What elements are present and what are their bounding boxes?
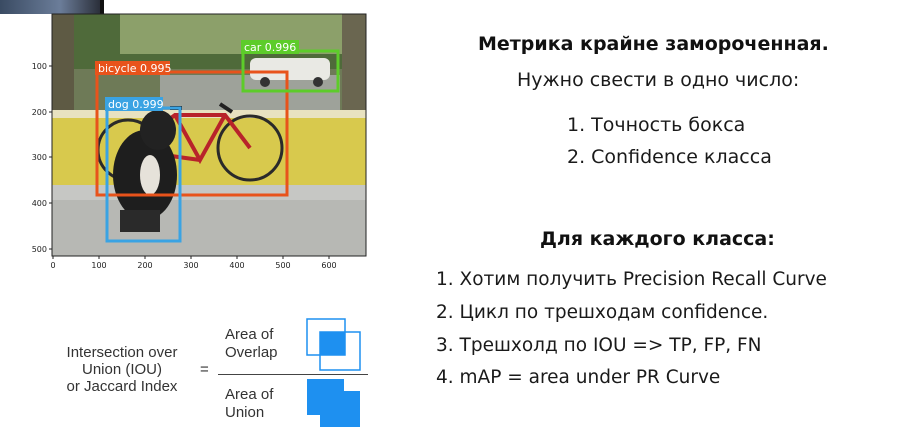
heading-per-class: Для каждого класса: xyxy=(540,228,775,250)
heading-metric: Метрика крайне замороченная. xyxy=(478,33,829,55)
x-tick: 600 xyxy=(321,261,336,270)
fraction-line xyxy=(218,374,368,375)
detection-figure: bicycle 0.995 dog 0.999 car 0.996 100 20… xyxy=(0,0,380,290)
list1-item: 2. Confidence класса xyxy=(567,146,772,168)
x-tick: 300 xyxy=(183,261,198,270)
list2-item: 4. mAP = area under PR Curve xyxy=(436,367,721,388)
x-tick: 400 xyxy=(229,261,244,270)
y-tick: 200 xyxy=(32,108,47,117)
list2-item: 3. Трешхолд по IOU => TP, FP, FN xyxy=(436,335,762,356)
y-tick: 400 xyxy=(32,199,47,208)
union-icon xyxy=(307,379,360,427)
iou-term: Intersection over Union (IOU) or Jaccard… xyxy=(66,344,178,395)
iou-numerator: Area of Overlap xyxy=(225,326,278,361)
dog-label: dog 0.999 xyxy=(108,98,164,111)
iou-denominator: Area of Union xyxy=(225,386,274,421)
x-tick: 200 xyxy=(137,261,152,270)
list1-item: 1. Точность бокса xyxy=(567,114,746,136)
list2-item: 1. Хотим получить Precision Recall Curve xyxy=(436,269,827,290)
x-tick: 0 xyxy=(50,261,55,270)
x-tick: 500 xyxy=(275,261,290,270)
car-label: car 0.996 xyxy=(244,41,296,54)
list2-item: 2. Цикл по трешходам confidence. xyxy=(436,302,769,323)
equals-sign: = xyxy=(200,361,209,378)
y-tick: 500 xyxy=(32,245,47,254)
bicycle-label: bicycle 0.995 xyxy=(98,62,171,75)
iou-figure: Intersection over Union (IOU) or Jaccard… xyxy=(0,318,420,428)
y-tick: 300 xyxy=(32,153,47,162)
x-tick: 100 xyxy=(91,261,106,270)
overlap-icon xyxy=(306,318,361,371)
subline: Нужно свести в одно число: xyxy=(517,69,800,91)
y-tick: 100 xyxy=(32,62,47,71)
